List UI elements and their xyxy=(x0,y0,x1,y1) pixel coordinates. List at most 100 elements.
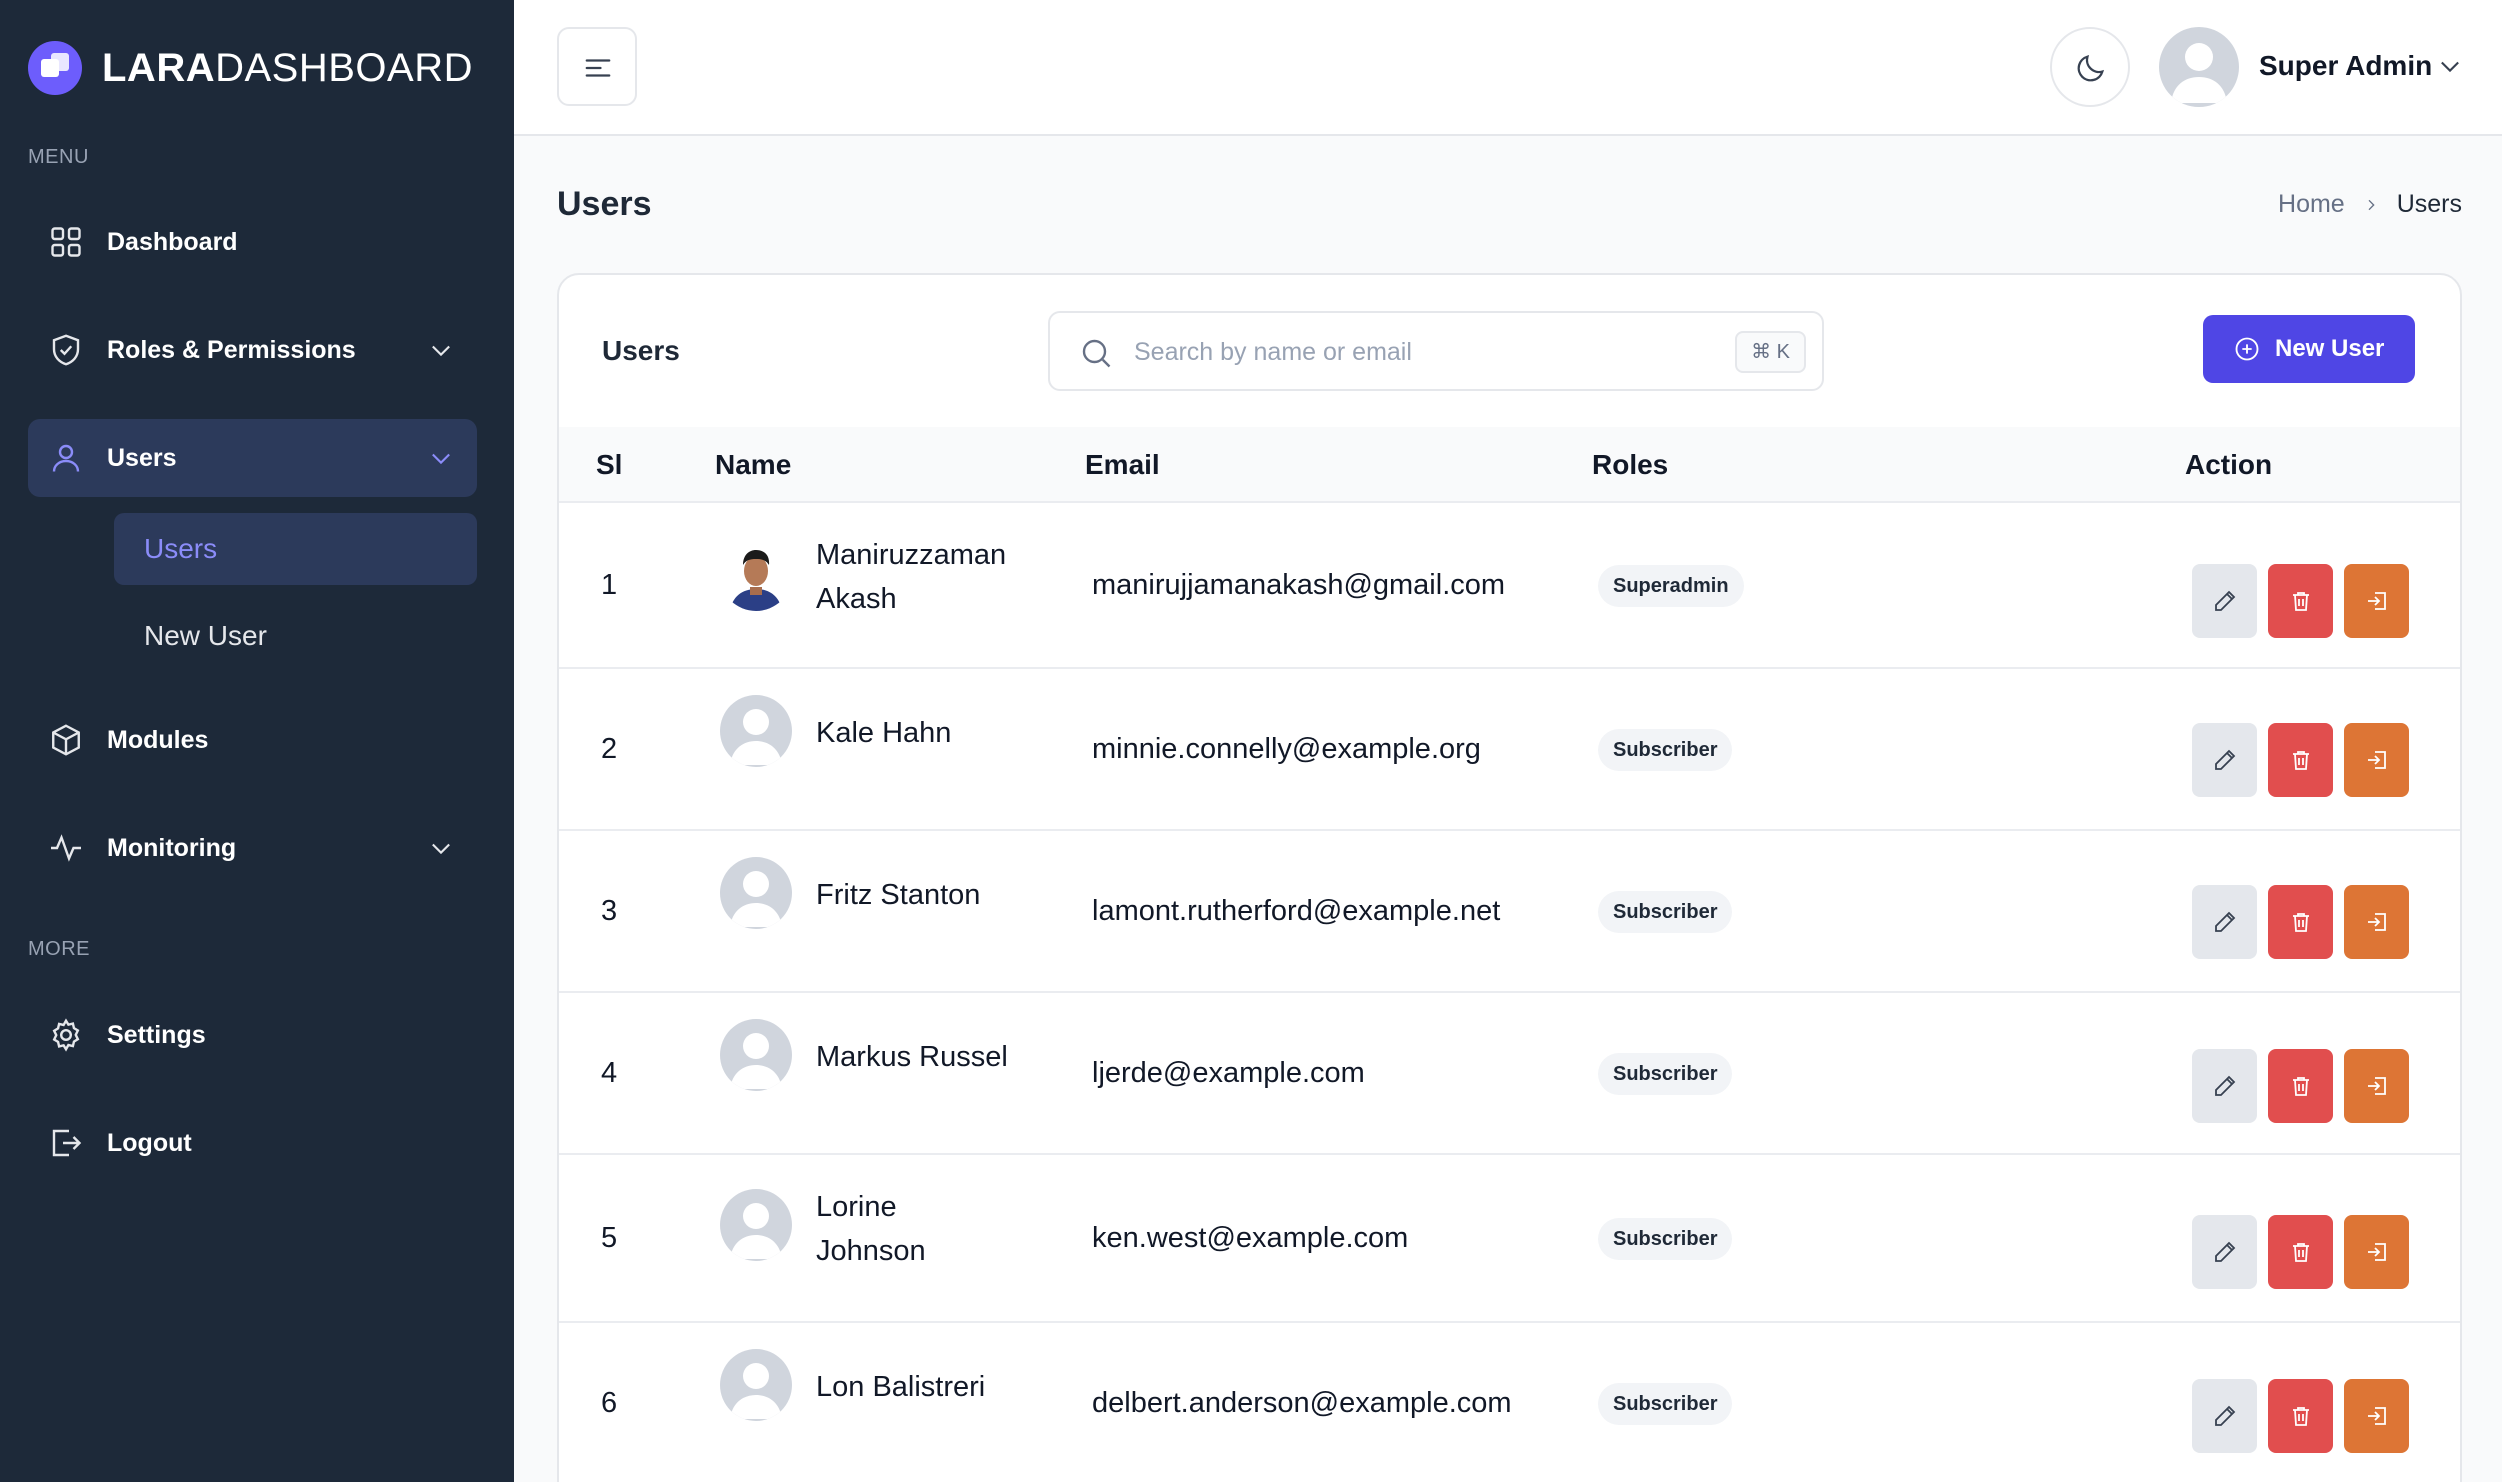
sidebar-item-monitoring[interactable]: Monitoring xyxy=(28,809,477,887)
table-row: 5 Lorine Johnson ken.west@example.com Su… xyxy=(559,1153,2460,1321)
row-si: 5 xyxy=(601,1222,618,1254)
column-header-roles: Roles xyxy=(1592,449,1669,480)
avatar xyxy=(720,1019,792,1091)
sidebar-item-label: Logout xyxy=(107,1128,192,1157)
sidebar: LARADASHBOARD MENU Dashboard Roles & Per… xyxy=(0,0,514,1482)
dashboard-grid-icon xyxy=(51,227,81,257)
trash-icon xyxy=(2293,1077,2309,1096)
delete-button[interactable] xyxy=(2268,1049,2333,1123)
chevron-down-icon[interactable] xyxy=(2436,52,2464,80)
edit-button[interactable] xyxy=(2192,885,2257,959)
menu-icon xyxy=(585,59,611,77)
row-si: 4 xyxy=(601,1057,618,1089)
edit-button[interactable] xyxy=(2192,723,2257,797)
shield-check-icon xyxy=(52,334,80,366)
sidebar-item-label: Monitoring xyxy=(107,833,237,862)
column-header-name: Name xyxy=(715,449,792,480)
more-section-label: MORE xyxy=(28,938,90,960)
pencil-icon xyxy=(2215,1405,2236,1426)
login-icon xyxy=(2368,1077,2386,1095)
user-email: minnie.connelly@example.org xyxy=(1092,733,1481,765)
login-as-button[interactable] xyxy=(2344,885,2409,959)
delete-button[interactable] xyxy=(2268,1379,2333,1453)
table-header: Sl Name Email Roles Action xyxy=(559,427,2460,501)
pencil-icon xyxy=(2215,1075,2236,1096)
sidebar-item-settings[interactable]: Settings xyxy=(28,996,477,1074)
avatar[interactable] xyxy=(2159,27,2239,107)
sidebar-item-dashboard[interactable]: Dashboard xyxy=(28,203,477,281)
edit-button[interactable] xyxy=(2192,1379,2257,1453)
login-icon xyxy=(2368,751,2386,769)
login-as-button[interactable] xyxy=(2344,1215,2409,1289)
user-email: manirujjamanakash@gmail.com xyxy=(1092,569,1506,601)
sidebar-item-label: Modules xyxy=(107,725,209,754)
user-name: Markus Russel xyxy=(816,1041,1008,1073)
moon-icon xyxy=(2077,55,2104,82)
trash-icon xyxy=(2293,913,2309,932)
row-si: 3 xyxy=(601,895,618,927)
role-badge: Subscriber xyxy=(1598,891,1733,933)
user-placeholder-icon xyxy=(2171,43,2227,103)
edit-button[interactable] xyxy=(2192,564,2257,638)
trash-icon xyxy=(2293,1407,2309,1426)
role-badge: Superadmin xyxy=(1598,565,1744,607)
table-row: 4 Markus Russel ljerde@example.com Subsc… xyxy=(559,991,2460,1153)
login-as-button[interactable] xyxy=(2344,1049,2409,1123)
table-row: 1 Maniruzzaman Akash manirujjamanakash@g… xyxy=(559,501,2460,667)
login-as-button[interactable] xyxy=(2344,1379,2409,1453)
avatar xyxy=(720,1189,792,1261)
delete-button[interactable] xyxy=(2268,885,2333,959)
page-title: Users xyxy=(557,185,652,223)
submenu-item-users[interactable]: Users xyxy=(114,513,477,585)
breadcrumb: Home Users xyxy=(2278,190,2462,219)
submenu-item-new-user[interactable]: New User xyxy=(114,600,477,672)
activity-icon xyxy=(51,834,81,862)
breadcrumb-home-link[interactable]: Home xyxy=(2278,190,2345,219)
user-name: Fritz Stanton xyxy=(816,879,981,911)
delete-button[interactable] xyxy=(2268,1215,2333,1289)
user-name: Kale Hahn xyxy=(816,717,952,749)
login-as-button[interactable] xyxy=(2344,723,2409,797)
brand-logo[interactable]: LARADASHBOARD xyxy=(28,38,473,98)
login-as-button[interactable] xyxy=(2344,564,2409,638)
new-user-button[interactable]: New User xyxy=(2203,315,2415,383)
cube-icon xyxy=(52,724,80,756)
search-box[interactable]: ⌘ K xyxy=(1048,311,1824,391)
column-header-email: Email xyxy=(1085,449,1160,480)
edit-button[interactable] xyxy=(2192,1215,2257,1289)
user-name: Lon Balistreri xyxy=(816,1371,986,1403)
avatar xyxy=(720,695,792,767)
sidebar-toggle-button[interactable] xyxy=(557,27,637,106)
user-email: lamont.rutherford@example.net xyxy=(1092,895,1501,927)
sidebar-item-roles-permissions[interactable]: Roles & Permissions xyxy=(28,311,477,389)
user-email: delbert.anderson@example.com xyxy=(1092,1387,1512,1419)
sidebar-item-label: Dashboard xyxy=(107,227,238,256)
chevron-right-icon xyxy=(2368,199,2375,210)
role-badge: Subscriber xyxy=(1598,1218,1733,1260)
dark-mode-toggle[interactable] xyxy=(2050,27,2130,107)
user-email: ken.west@example.com xyxy=(1092,1222,1409,1254)
sidebar-item-logout[interactable]: Logout xyxy=(28,1104,477,1182)
row-si: 1 xyxy=(601,569,618,601)
sidebar-item-label: Roles & Permissions xyxy=(107,335,356,364)
user-menu-name[interactable]: Super Admin xyxy=(2259,50,2432,82)
row-si: 6 xyxy=(601,1387,618,1419)
top-header: Super Admin xyxy=(514,0,2502,136)
delete-button[interactable] xyxy=(2268,723,2333,797)
user-photo xyxy=(720,539,792,611)
search-input[interactable] xyxy=(1134,331,1694,373)
delete-button[interactable] xyxy=(2268,564,2333,638)
role-badge: Subscriber xyxy=(1598,1053,1733,1095)
row-si: 2 xyxy=(601,733,618,765)
table-row: 3 Fritz Stanton lamont.rutherford@exampl… xyxy=(559,829,2460,991)
plus-circle-icon xyxy=(2235,337,2259,361)
trash-icon xyxy=(2293,1243,2309,1262)
table-row: 6 Lon Balistreri delbert.anderson@exampl… xyxy=(559,1321,2460,1482)
avatar xyxy=(720,539,792,611)
sidebar-item-modules[interactable]: Modules xyxy=(28,701,477,779)
user-name: Maniruzzaman Akash xyxy=(816,539,1007,615)
table-row: 2 Kale Hahn minnie.connelly@example.org … xyxy=(559,667,2460,829)
sidebar-item-users[interactable]: Users xyxy=(28,419,477,497)
edit-button[interactable] xyxy=(2192,1049,2257,1123)
avatar xyxy=(720,1349,792,1421)
